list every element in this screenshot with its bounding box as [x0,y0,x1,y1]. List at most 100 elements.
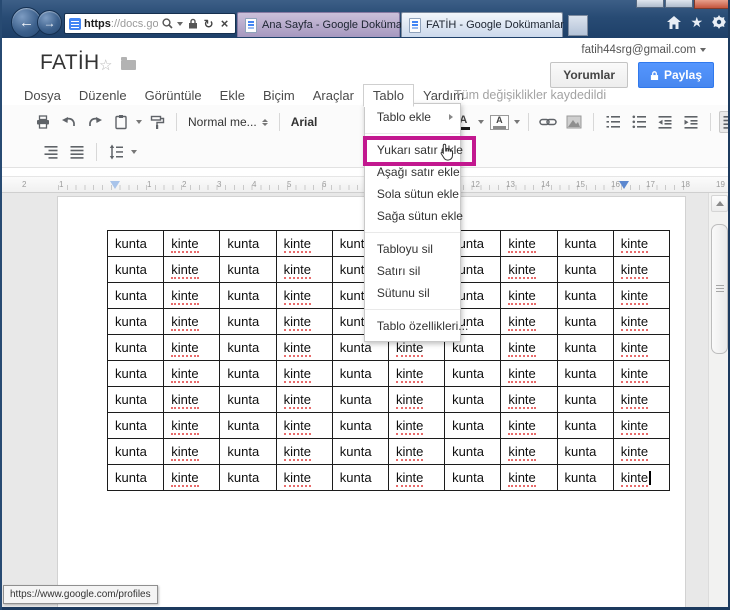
menubar-item-4[interactable]: Biçim [254,85,304,106]
table-cell[interactable]: kinte [500,412,558,439]
table-cell[interactable]: kinte [163,256,221,283]
table-cell[interactable]: kinte [275,412,333,439]
menubar-item-0[interactable]: Dosya [15,85,70,106]
table-cell[interactable]: kinte [163,282,221,309]
table-cell[interactable]: kunta [106,412,165,439]
table-cell[interactable]: kunta [444,438,502,465]
insert-link-icon[interactable] [537,111,559,133]
tab-ana-sayfa[interactable]: Ana Sayfa - Google Dokümanlar [237,12,420,37]
table-cell[interactable]: kinte [275,308,333,335]
table-cell[interactable]: kunta [106,230,165,257]
menu-item-5[interactable]: Sağa sütun ekle [365,205,463,227]
table-cell[interactable]: kunta [219,438,277,465]
table-cell[interactable]: kinte [163,386,221,413]
table-cell[interactable]: kinte [163,464,221,491]
table-cell[interactable]: kunta [331,438,389,465]
table-cell[interactable]: kinte [275,386,333,413]
table-cell[interactable]: kinte [612,334,670,361]
bulleted-list-icon[interactable] [628,111,650,133]
table-cell[interactable]: kinte [500,282,558,309]
table-cell[interactable]: kinte [275,438,333,465]
share-button[interactable]: Paylaş [637,62,714,88]
paragraph-style-select[interactable]: Normal me... [183,115,273,129]
table-cell[interactable]: kunta [331,386,389,413]
table-cell[interactable]: kunta [556,412,614,439]
align-right-icon[interactable] [40,141,62,163]
table-cell[interactable]: kunta [106,282,165,309]
menu-item-4[interactable]: Sola sütun ekle [365,183,460,205]
table-cell[interactable]: kunta [219,464,277,491]
table-cell[interactable]: kunta [219,230,277,257]
table-cell[interactable]: kinte [275,464,333,491]
table-cell[interactable]: kinte [387,464,446,491]
menubar-item-5[interactable]: Araçlar [304,85,363,106]
table-cell[interactable]: kunta [556,464,614,491]
table-cell[interactable]: kinte [163,230,221,257]
paint-format-icon[interactable] [146,111,168,133]
window-maximize-button[interactable] [665,0,693,8]
table-cell[interactable]: kunta [331,360,389,387]
menubar-item-3[interactable]: Ekle [211,85,254,106]
document-title[interactable]: FATİH [40,51,99,75]
table-cell[interactable]: kinte [612,386,670,413]
table-cell[interactable]: kinte [275,230,333,257]
paste-dropdown-caret[interactable] [136,120,142,124]
table-cell[interactable]: kinte [275,360,333,387]
table-cell[interactable]: kinte [387,360,446,387]
table-cell[interactable]: kunta [106,360,165,387]
new-tab-button[interactable] [568,15,588,36]
table-cell[interactable]: kunta [106,308,165,335]
account-menu[interactable]: fatih44srg@gmail.com [581,44,706,56]
table-cell[interactable]: kinte [612,308,670,335]
table-cell[interactable]: kinte [387,438,446,465]
table-cell[interactable]: kunta [219,412,277,439]
justify-icon[interactable] [66,141,88,163]
table-cell[interactable]: kinte [612,282,670,309]
folder-icon[interactable] [121,57,136,70]
table-cell[interactable]: kinte [275,334,333,361]
scroll-up-button[interactable] [711,195,728,212]
star-document-icon[interactable]: ☆ [99,56,112,74]
table-cell[interactable]: kinte [500,334,558,361]
stop-icon[interactable]: × [218,16,231,31]
table-cell[interactable]: kunta [331,464,389,491]
table-cell[interactable]: kinte [612,438,670,465]
table-cell[interactable]: kunta [219,282,277,309]
window-minimize-button[interactable] [636,0,664,8]
table-cell[interactable]: kinte [612,256,670,283]
table-cell[interactable]: kinte [163,412,221,439]
table-cell[interactable]: kinte [612,230,670,257]
table-cell[interactable]: kinte [275,282,333,309]
table-cell[interactable]: kunta [556,308,614,335]
table-cell[interactable]: kunta [556,230,614,257]
left-indent-marker[interactable] [110,181,120,189]
table-cell[interactable]: kunta [556,386,614,413]
search-icon[interactable] [161,17,174,31]
menu-item-8[interactable]: Satırı sil [365,260,460,282]
table-cell[interactable]: kinte [500,308,558,335]
menu-item-7[interactable]: Tabloyu sil [365,238,460,260]
print-icon[interactable] [32,111,54,133]
favorites-star-icon[interactable]: ★ [690,15,703,29]
highlight-color-icon[interactable]: A [488,111,510,133]
table-cell[interactable]: kinte [163,438,221,465]
menubar-item-1[interactable]: Düzenle [70,85,136,106]
table-cell[interactable]: kunta [219,386,277,413]
table-cell[interactable]: kinte [500,438,558,465]
table-cell[interactable]: kinte [387,412,446,439]
table-cell[interactable]: kunta [219,256,277,283]
table-cell[interactable]: kunta [556,282,614,309]
menu-item-9[interactable]: Sütunu sil [365,282,460,304]
right-indent-marker[interactable] [619,181,629,189]
table-cell[interactable]: kunta [444,360,502,387]
table-cell[interactable]: kinte [612,412,670,439]
table-cell[interactable]: kinte [500,256,558,283]
table-cell[interactable]: kunta [219,360,277,387]
menu-item-11[interactable]: Tablo özellikleri... [365,315,468,337]
redo-icon[interactable] [84,111,106,133]
window-close-button[interactable] [694,0,728,9]
insert-image-icon[interactable] [563,111,585,133]
table-cell[interactable]: kinte [612,464,670,491]
table-cell[interactable]: kinte [500,464,558,491]
table-cell[interactable]: kunta [556,334,614,361]
